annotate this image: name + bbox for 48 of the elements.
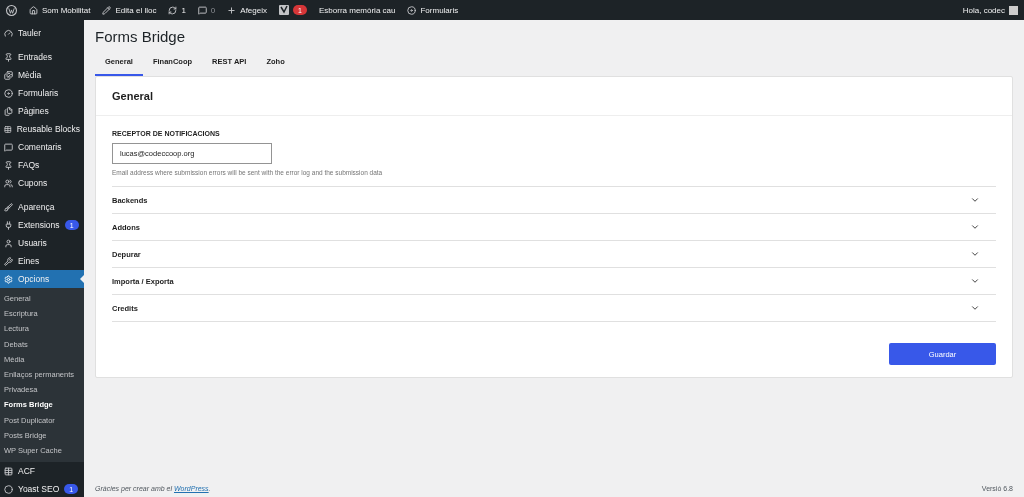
sidebar-item[interactable]: Opcions bbox=[0, 270, 84, 288]
house-icon[interactable] bbox=[29, 5, 38, 15]
toolbar-link[interactable]: Afegeix bbox=[240, 5, 267, 15]
pin-icon bbox=[4, 52, 13, 62]
sidebar-item[interactable]: Entrades bbox=[0, 48, 84, 66]
sidebar-item[interactable]: Reusable Blocks bbox=[0, 120, 84, 138]
settings-icon bbox=[4, 274, 13, 284]
wrench-icon bbox=[4, 256, 13, 266]
pin-icon bbox=[4, 160, 13, 170]
comment-icon bbox=[4, 142, 13, 152]
toolbar-link[interactable]: 1 bbox=[181, 5, 186, 15]
sidebar-item[interactable]: ACF bbox=[0, 462, 84, 481]
people-icon bbox=[4, 178, 13, 188]
comment-icon[interactable] bbox=[197, 5, 207, 15]
plus-icon[interactable] bbox=[227, 5, 237, 15]
greeting-link[interactable]: Hola, codec bbox=[962, 5, 1005, 15]
pencil-icon[interactable] bbox=[102, 5, 112, 15]
pages-icon bbox=[4, 106, 13, 116]
gauge-icon bbox=[4, 28, 13, 38]
sidebar-item[interactable]: Usuaris bbox=[0, 234, 84, 252]
sidebar-item[interactable]: Eines bbox=[0, 252, 84, 270]
toolbar-link[interactable]: Esborra memòria cau bbox=[319, 5, 396, 15]
table-icon bbox=[4, 124, 12, 134]
toolbar-link[interactable]: Edita el lloc bbox=[115, 5, 157, 15]
sidebar-item[interactable]: Mèdia bbox=[0, 66, 84, 84]
sidebar-item[interactable]: Pàgines bbox=[0, 102, 84, 120]
page-title: Forms Bridge bbox=[95, 28, 187, 45]
plug-icon bbox=[4, 220, 13, 230]
toolbar-link[interactable]: Som Mobilitat bbox=[42, 5, 91, 15]
toolbar-link[interactable]: Formularis bbox=[420, 5, 459, 15]
table-icon bbox=[4, 466, 13, 476]
disc-icon[interactable] bbox=[407, 5, 417, 15]
disc-icon bbox=[4, 88, 13, 98]
sidebar-item[interactable]: Cupons bbox=[0, 174, 84, 192]
panel-heading: General bbox=[96, 77, 1012, 116]
circle-icon bbox=[4, 484, 13, 494]
sidebar-item[interactable]: Formularis bbox=[0, 84, 84, 102]
brush-icon bbox=[4, 202, 13, 212]
wordpress-logo-icon[interactable] bbox=[6, 4, 17, 16]
refresh-icon[interactable] bbox=[168, 5, 178, 15]
toolbar-link[interactable]: 0 bbox=[210, 5, 216, 15]
user-icon bbox=[4, 238, 13, 248]
images-icon bbox=[4, 70, 13, 80]
sidebar-item[interactable]: FAQs bbox=[0, 156, 84, 174]
sidebar-item[interactable]: Aparença bbox=[0, 198, 84, 216]
sidebar-item[interactable]: Comentaris bbox=[0, 138, 84, 156]
avatar-icon[interactable] bbox=[1009, 5, 1018, 15]
sidebar-item[interactable]: Tauler bbox=[0, 24, 84, 42]
